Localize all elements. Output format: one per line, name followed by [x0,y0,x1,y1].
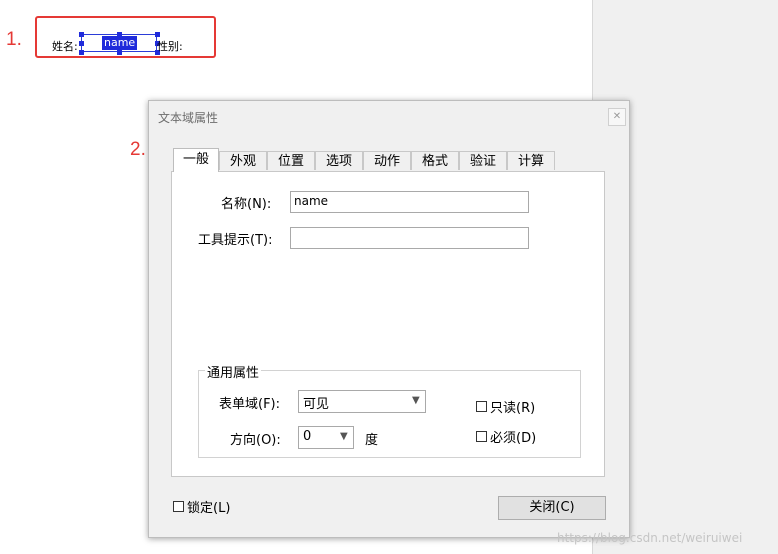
direction-label: 方向(O): [230,433,281,448]
required-label: 必须(D) [490,431,537,446]
form-field-visibility-value: 可见 [303,397,330,412]
form-field-visibility-select[interactable]: 可见 ▼ [298,390,426,413]
tooltip-input[interactable] [290,227,529,249]
checkbox-icon[interactable] [476,401,487,412]
form-preview: 姓名: name 性别: [35,16,216,58]
close-button[interactable]: 关闭(C) [498,496,606,520]
common-properties-group: 通用属性 表单域(F): 可见 ▼ 方向(O): 0 ▼ 度 只读(R) 必须(… [198,362,581,458]
tab-format[interactable]: 格式 [411,151,459,170]
tab-position[interactable]: 位置 [267,151,315,170]
degree-label: 度 [365,433,379,448]
watermark: https://blog.csdn.net/weiruiwei [557,531,743,545]
tab-general[interactable]: 一般 [173,148,219,172]
tab-actions[interactable]: 动作 [363,151,411,170]
resize-handle[interactable] [155,32,160,37]
common-properties-legend: 通用属性 [205,362,262,381]
direction-value: 0 [303,429,312,444]
checkbox-icon[interactable] [173,501,184,512]
preview-gender-label: 性别: [157,40,183,53]
resize-handle[interactable] [79,41,84,46]
form-field-label: 表单域(F): [219,397,281,412]
resize-handle[interactable] [79,32,84,37]
preview-field-value: name [102,36,138,50]
name-label: 名称(N): [221,197,272,212]
lock-label: 锁定(L) [187,501,231,516]
chevron-down-icon: ▼ [412,395,420,406]
tooltip-label: 工具提示(T): [198,233,273,248]
required-checkbox[interactable]: 必须(D) [476,427,536,446]
tab-options[interactable]: 选项 [315,151,363,170]
tab-calculate[interactable]: 计算 [507,151,555,170]
direction-select[interactable]: 0 ▼ [298,426,354,449]
preview-name-label: 姓名: [52,40,78,53]
name-input[interactable]: name [290,191,529,213]
resize-handle[interactable] [117,32,122,37]
checkbox-icon[interactable] [476,431,487,442]
lock-checkbox[interactable]: 锁定(L) [173,497,230,516]
readonly-checkbox[interactable]: 只读(R) [476,397,535,416]
step-marker-2: 2. [130,139,146,160]
close-icon[interactable]: ✕ [608,108,626,126]
chevron-down-icon: ▼ [340,431,348,442]
tab-appearance[interactable]: 外观 [219,151,267,170]
general-tab-panel: 名称(N): name 工具提示(T): 通用属性 表单域(F): 可见 ▼ 方… [171,171,605,477]
readonly-label: 只读(R) [490,401,536,416]
preview-text-field[interactable]: name [79,32,160,55]
resize-handle[interactable] [117,50,122,55]
step-marker-1: 1. [6,29,22,50]
resize-handle[interactable] [79,50,84,55]
text-field-properties-dialog: 文本域属性 ✕ 一般 外观 位置 选项 动作 格式 验证 计算 名称(N): n… [148,100,630,538]
dialog-title: 文本域属性 [158,111,219,125]
tab-validate[interactable]: 验证 [459,151,507,170]
